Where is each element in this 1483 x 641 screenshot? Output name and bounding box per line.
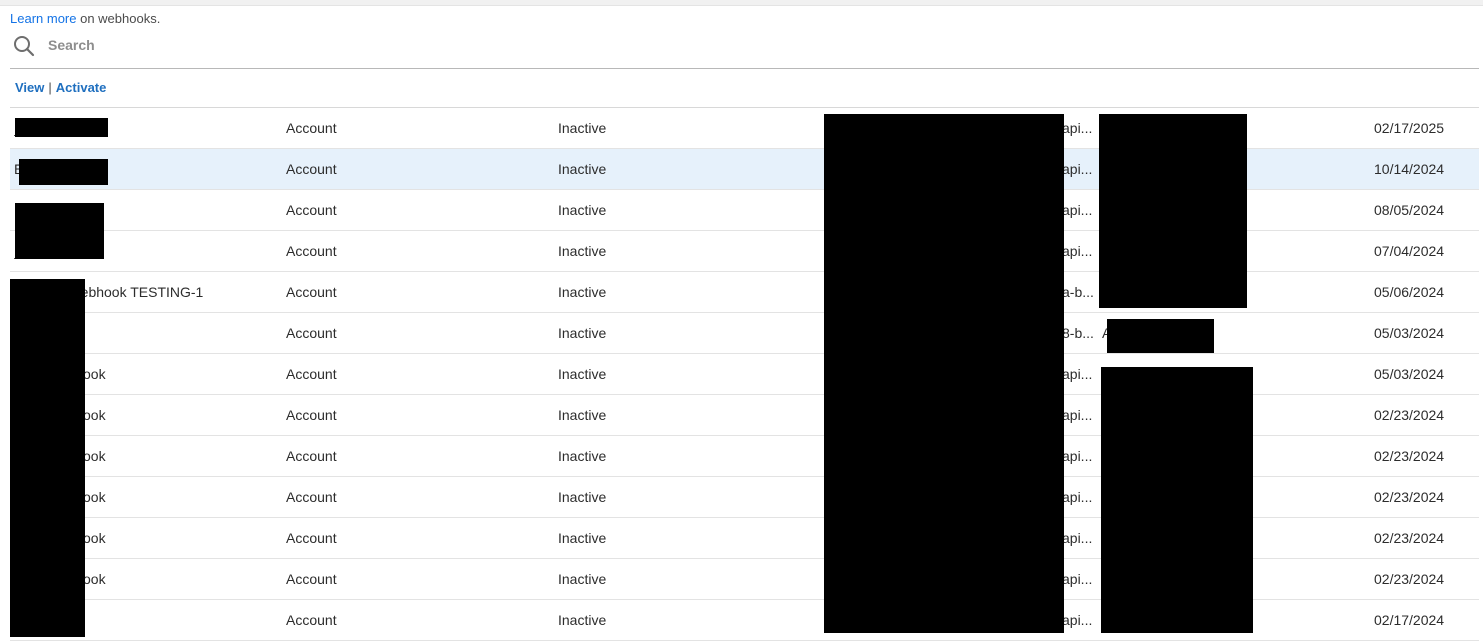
- cell-date: 05/06/2024: [1374, 284, 1445, 300]
- view-action[interactable]: View: [15, 80, 44, 95]
- table-row[interactable]: _WebhookAccountInactiveapi...nation02/17…: [10, 108, 1479, 149]
- cell-status: Inactive: [558, 407, 607, 423]
- cell-url: api...: [1062, 612, 1093, 628]
- cell-url: api...: [1062, 407, 1093, 423]
- table-row[interactable]: App_WebhookAccountInactiveapi...ation02/…: [10, 518, 1479, 559]
- cell-date: 07/04/2024: [1374, 243, 1445, 259]
- cell-date: 08/05/2024: [1374, 202, 1445, 218]
- cell-url: 8-b...: [1062, 325, 1094, 341]
- table-row[interactable]: E_WebhookAccountInactiveapi...nation08/0…: [10, 190, 1479, 231]
- cell-date: 05/03/2024: [1374, 325, 1445, 341]
- cell-status: Inactive: [558, 243, 607, 259]
- cell-date: 05/03/2024: [1374, 366, 1445, 382]
- cell-url: api...: [1062, 366, 1093, 382]
- table-row[interactable]: AccountInactive8-b...A pp05/03/2024: [10, 313, 1479, 354]
- cell-date: 10/14/2024: [1374, 161, 1445, 177]
- table-row[interactable]: hookAccountInactiveapi...ation02/17/2024: [10, 600, 1479, 641]
- cell-type: Account: [286, 325, 337, 341]
- redaction-block: [1099, 114, 1247, 308]
- cell-status: Inactive: [558, 366, 607, 382]
- cell-url: api...: [1062, 202, 1093, 218]
- cell-date: 02/23/2024: [1374, 530, 1445, 546]
- cell-status: Inactive: [558, 571, 607, 587]
- redaction-block: [1101, 367, 1253, 633]
- table-row[interactable]: E_WebhookAccountInactiveapi...nation10/1…: [10, 149, 1479, 190]
- cell-type: Account: [286, 366, 337, 382]
- cell-status: Inactive: [558, 202, 607, 218]
- cell-url: a-b...: [1062, 284, 1094, 300]
- cell-status: Inactive: [558, 120, 607, 136]
- cell-url: api...: [1062, 489, 1093, 505]
- cell-type: Account: [286, 161, 337, 177]
- cell-type: Account: [286, 489, 337, 505]
- search-icon[interactable]: [12, 34, 36, 58]
- cell-date: 02/23/2024: [1374, 448, 1445, 464]
- cell-type: Account: [286, 612, 337, 628]
- table-row[interactable]: App_WebhookAccountInactiveapi...ation05/…: [10, 354, 1479, 395]
- cell-url: api...: [1062, 448, 1093, 464]
- cell-url: api...: [1062, 161, 1093, 177]
- top-divider: [0, 0, 1483, 6]
- webhooks-table: _WebhookAccountInactiveapi...nation02/17…: [10, 107, 1479, 641]
- action-separator: |: [48, 80, 52, 95]
- cell-date: 02/23/2024: [1374, 489, 1445, 505]
- redaction-block: [15, 203, 104, 259]
- action-bar: View | Activate: [15, 80, 106, 95]
- table-row[interactable]: App_WebhookAccountInactiveapi...ation02/…: [10, 559, 1479, 600]
- learn-more-link[interactable]: Learn more: [10, 11, 76, 26]
- table-row[interactable]: App_WebhookAccountInactiveapi...ation02/…: [10, 395, 1479, 436]
- cell-date: 02/23/2024: [1374, 571, 1445, 587]
- cell-status: Inactive: [558, 284, 607, 300]
- search-bar: [10, 31, 1479, 69]
- cell-date: 02/17/2024: [1374, 612, 1445, 628]
- cell-status: Inactive: [558, 325, 607, 341]
- cell-url: api...: [1062, 530, 1093, 546]
- cell-status: Inactive: [558, 161, 607, 177]
- cell-status: Inactive: [558, 612, 607, 628]
- cell-type: Account: [286, 407, 337, 423]
- table-row[interactable]: esource Webhook TESTING-1 Account Inactive…: [10, 272, 1479, 313]
- cell-type: Account: [286, 448, 337, 464]
- cell-status: Inactive: [558, 489, 607, 505]
- cell-date: 02/23/2024: [1374, 407, 1445, 423]
- learn-more-text: Learn more on webhooks.: [10, 11, 160, 26]
- cell-type: Account: [286, 284, 337, 300]
- cell-type: Account: [286, 243, 337, 259]
- table-row[interactable]: App_WebhookAccountInactiveapi...ation02/…: [10, 477, 1479, 518]
- cell-type: Account: [286, 120, 337, 136]
- redaction-block: [19, 159, 108, 185]
- cell-status: Inactive: [558, 530, 607, 546]
- search-input[interactable]: [48, 33, 648, 57]
- cell-date: 02/17/2025: [1374, 120, 1445, 136]
- learn-more-suffix: on webhooks.: [76, 11, 161, 26]
- cell-type: Account: [286, 530, 337, 546]
- redaction-block: [10, 279, 85, 637]
- cell-status: Inactive: [558, 448, 607, 464]
- redaction-block: [1107, 319, 1214, 353]
- cell-url: api...: [1062, 571, 1093, 587]
- cell-url: api...: [1062, 120, 1093, 136]
- table-row[interactable]: _WebhookAccountInactiveapi...nation07/04…: [10, 231, 1479, 272]
- table-row[interactable]: App_WebhookAccountInactiveapi...ation02/…: [10, 436, 1479, 477]
- cell-type: Account: [286, 202, 337, 218]
- cell-url: api...: [1062, 243, 1093, 259]
- cell-type: Account: [286, 571, 337, 587]
- redaction-block: [824, 114, 1064, 633]
- activate-action[interactable]: Activate: [56, 80, 107, 95]
- redaction-block: [15, 118, 108, 137]
